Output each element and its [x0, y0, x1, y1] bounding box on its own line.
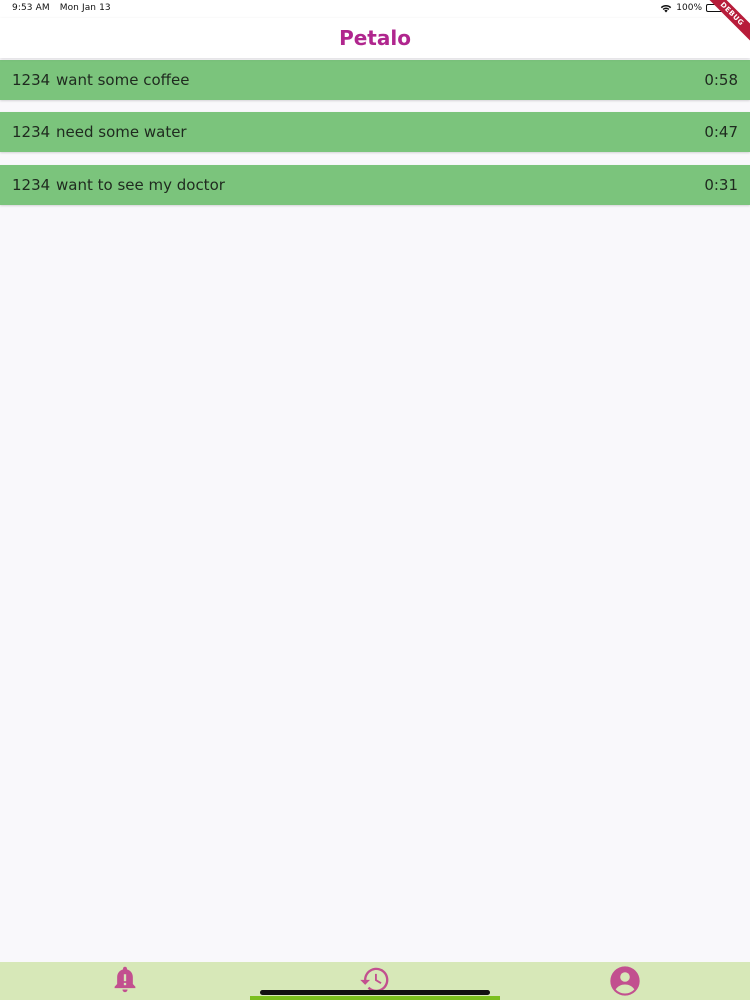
- status-date: Mon Jan 13: [59, 3, 111, 13]
- item-id: 1234: [12, 176, 51, 194]
- list-item[interactable]: 1234 want to see my doctor 0:31: [0, 165, 750, 205]
- item-id: 1234: [12, 123, 51, 141]
- item-message: need some water: [56, 123, 187, 141]
- selected-tab-indicator: [250, 996, 500, 1000]
- battery-percent: 100%: [676, 3, 702, 13]
- home-indicator[interactable]: [260, 990, 490, 995]
- list-item[interactable]: 1234 need some water 0:47: [0, 112, 750, 152]
- nav-tab-alerts[interactable]: [0, 962, 250, 1000]
- status-time: 9:53 AM: [12, 3, 50, 13]
- item-message: want some coffee: [56, 71, 190, 89]
- list-item[interactable]: 1234 want some coffee 0:58: [0, 60, 750, 100]
- item-elapsed-time: 0:47: [704, 123, 738, 141]
- item-message: want to see my doctor: [56, 176, 225, 194]
- bell-alert-icon: [111, 965, 139, 995]
- item-elapsed-time: 0:58: [704, 71, 738, 89]
- account-circle-icon: [609, 965, 641, 997]
- app-screen: 9:53 AM Mon Jan 13 100% DEBUG Petalo 123…: [0, 0, 750, 1000]
- wifi-icon: [660, 4, 672, 13]
- nav-tab-profile[interactable]: [500, 962, 750, 1000]
- status-left: 9:53 AM Mon Jan 13: [12, 3, 111, 13]
- item-id: 1234: [12, 71, 51, 89]
- item-elapsed-time: 0:31: [704, 176, 738, 194]
- bottom-navigation: [0, 962, 750, 1000]
- app-title: Petalo: [339, 26, 411, 50]
- status-bar: 9:53 AM Mon Jan 13 100%: [0, 0, 750, 18]
- app-bar: Petalo: [0, 18, 750, 58]
